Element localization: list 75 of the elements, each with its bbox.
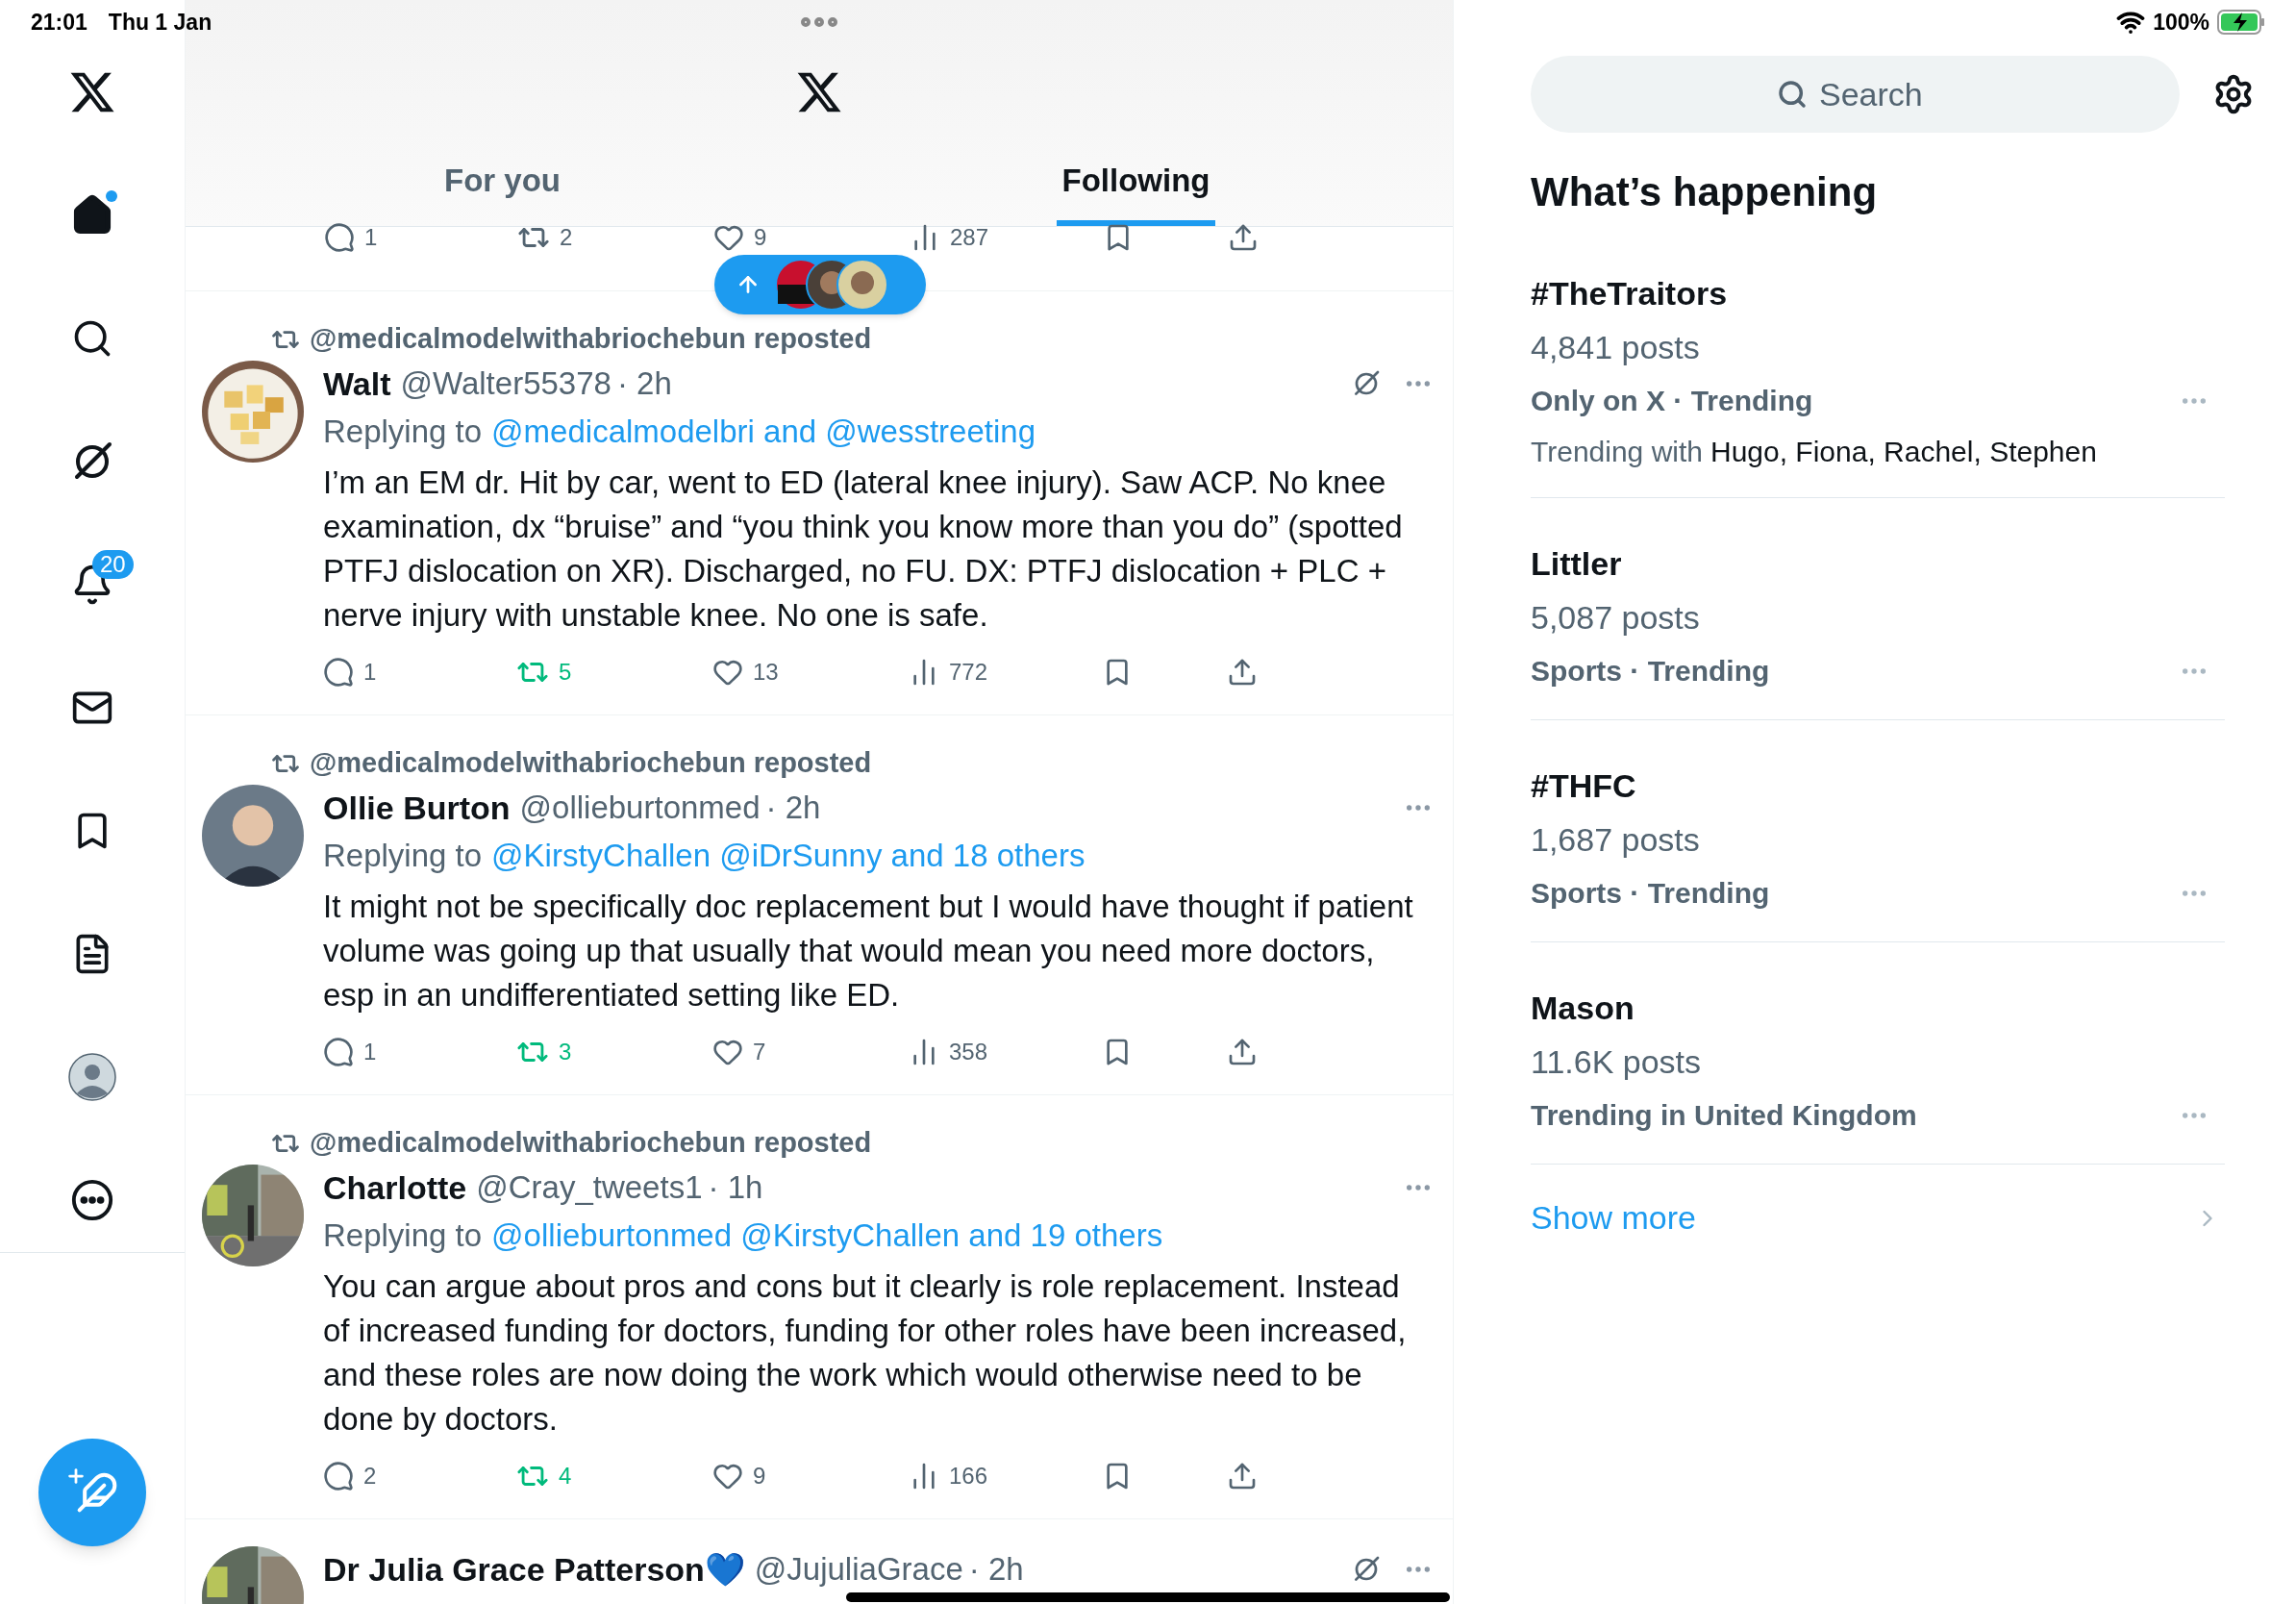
post-time: · 2h	[616, 364, 672, 404]
replying-to-label: Replying to	[323, 413, 483, 452]
reply-icon[interactable]	[323, 657, 354, 688]
status-time: 21:01	[31, 8, 87, 37]
reply-count: 2	[363, 1462, 377, 1491]
post-text: You can argue about pros and cons but it clearly is role replacement. Instead of increased funding for doctors, funding for other roles have been increased, and these roles are now doing the work which would otherwise need to be done by doctors.	[323, 1267, 1408, 1439]
author-name[interactable]: Dr Julia Grace Patterson💙	[323, 1544, 745, 1594]
like-count: 9	[754, 223, 767, 252]
feather-icon	[76, 1471, 118, 1514]
view-count: 358	[949, 1038, 988, 1066]
trend-category: Trending in United Kingdom	[1531, 1098, 1917, 1133]
trend-name[interactable]: Littler	[1531, 537, 2225, 590]
post-time: · 1h	[708, 1168, 763, 1208]
author-handle[interactable]: @JujuliaGrace	[754, 1545, 963, 1593]
reposted-by-label[interactable]: @medicalmodelwithabriochebun reposted	[310, 318, 872, 361]
search-icon	[1777, 79, 1808, 110]
author-name[interactable]: Ollie Burton	[323, 783, 511, 833]
trend-post-count: 11.6K posts	[1531, 1042, 1703, 1082]
trend-name[interactable]: #TheTraitors	[1531, 266, 2225, 320]
author-name[interactable]: Walt	[323, 359, 391, 409]
home-icon[interactable]	[71, 194, 113, 237]
trend-name[interactable]: Mason	[1531, 981, 2225, 1035]
author-handle[interactable]: @Walter55378	[400, 360, 611, 408]
view-count: 287	[950, 223, 989, 252]
feed-tab[interactable]: For you	[438, 140, 566, 226]
author-handle[interactable]: @Cray_tweets1	[476, 1164, 703, 1212]
plus-icon	[65, 1466, 87, 1487]
profile-avatar-icon[interactable]	[68, 1053, 116, 1101]
battery-percent: 100%	[2153, 8, 2209, 37]
share-icon[interactable]	[1227, 1037, 1258, 1067]
trend-name[interactable]: #THFC	[1531, 759, 2225, 813]
reposted-by-label[interactable]: @medicalmodelwithabriochebun reposted	[310, 742, 872, 785]
replying-to-label: Replying to	[323, 1216, 483, 1256]
author-handle[interactable]: @ollieburtonmed	[519, 784, 761, 832]
share-icon[interactable]	[1227, 657, 1258, 688]
repost-count: 5	[559, 658, 572, 687]
reposted-by-label[interactable]: @medicalmodelwithabriochebun reposted	[310, 1122, 872, 1165]
author-name[interactable]: Charlotte	[323, 1163, 467, 1213]
share-icon[interactable]	[1228, 222, 1259, 253]
post-text: I’m an EM dr. Hit by car, went to ED (lateral knee injury). Saw ACP. No knee examination, dx “bruise” and “you think you know more than you do” (spotted PTFJ dislocation on XR). Discharged, no FU. DX: PTFJ dislocation + PLC + nerve injury with unstable knee. No one is safe.	[323, 464, 1404, 635]
trend-post-count: 1,687 posts	[1531, 820, 1701, 860]
repost-count: 4	[559, 1462, 572, 1491]
reply-icon[interactable]	[323, 1037, 354, 1067]
repost-count: 2	[560, 223, 573, 252]
repost-count: 3	[559, 1038, 572, 1066]
reply-icon[interactable]	[324, 222, 355, 253]
post-time: · 2h	[968, 1550, 1024, 1590]
battery-charging-icon	[2217, 10, 2265, 35]
reply-count: 1	[364, 223, 378, 252]
post-text: It might not be specifically doc replacement but I would have thought if patient volume was going up that usually that would mean you need more doctors, esp in an undifferentiated setting like ED.	[323, 888, 1414, 1015]
status-date: Thu 1 Jan	[108, 8, 212, 37]
more-icon[interactable]	[70, 1178, 114, 1222]
trend-category: Only on X · Trending	[1531, 384, 1813, 418]
new-posts-pill[interactable]	[714, 255, 926, 314]
trending-with-label: Trending with	[1531, 435, 1703, 469]
trend-category: Sports · Trending	[1531, 654, 1770, 689]
trend-post-count: 4,841 posts	[1531, 328, 1701, 367]
trending-with-names: Hugo, Fiona, Rachel, Stephen	[1710, 435, 2097, 469]
notification-count: 20	[92, 550, 134, 579]
replying-to-label: Replying to	[323, 837, 483, 876]
like-count: 7	[753, 1038, 766, 1066]
reply-count: 1	[363, 658, 377, 687]
reply-icon[interactable]	[323, 1461, 354, 1491]
view-count: 772	[949, 658, 988, 687]
feed-tab[interactable]: Following	[1056, 140, 1216, 226]
view-count: 166	[949, 1462, 988, 1491]
like-count: 13	[753, 658, 779, 687]
search-field[interactable]: Search	[1531, 56, 2180, 133]
trend-category: Sports · Trending	[1531, 876, 1770, 911]
trend-post-count: 5,087 posts	[1531, 598, 1701, 638]
reply-count: 1	[363, 1038, 377, 1066]
section-title: What’s happening	[1531, 168, 1879, 216]
share-icon[interactable]	[1227, 1461, 1258, 1491]
post-time: · 2h	[765, 789, 821, 828]
like-count: 9	[753, 1462, 766, 1491]
